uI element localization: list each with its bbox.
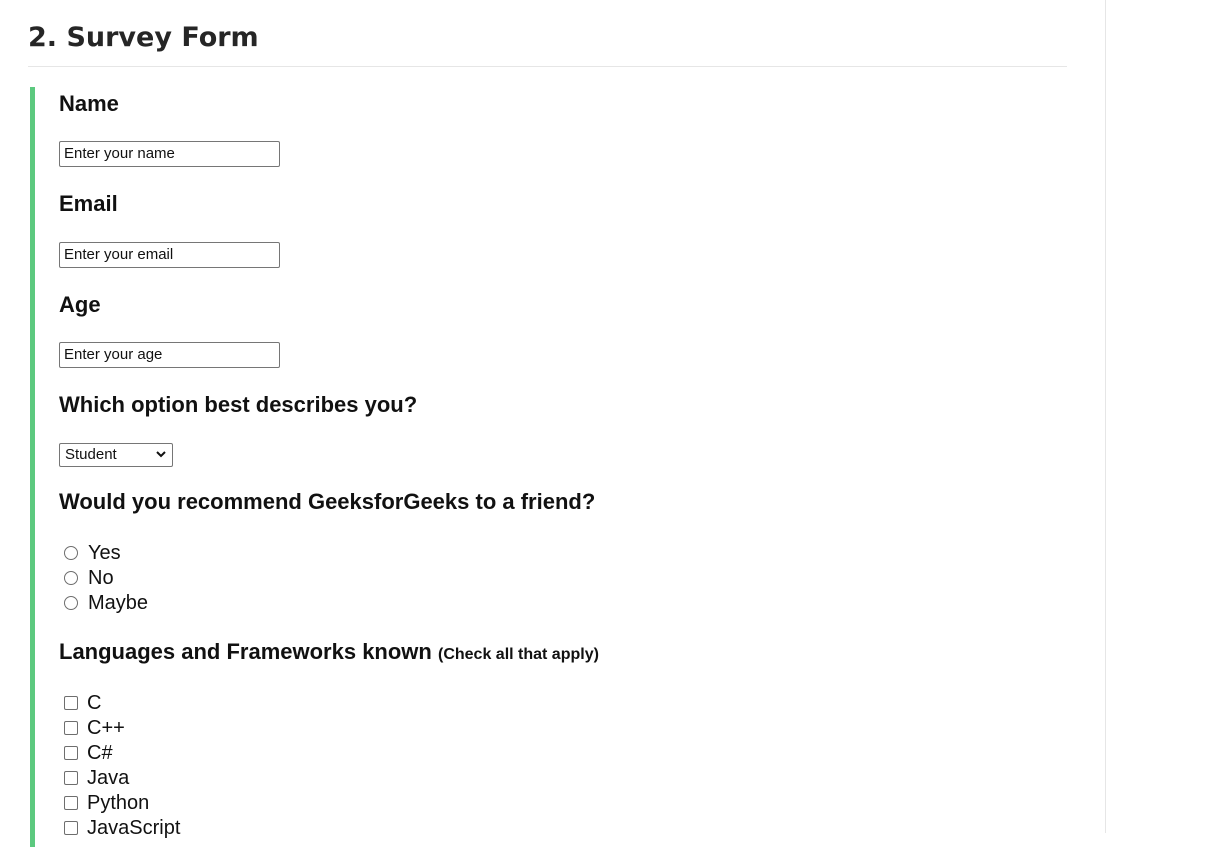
role-select-value: Student — [65, 446, 117, 463]
language-option-javascript[interactable]: JavaScript — [64, 816, 180, 840]
languages-hint: (Check all that apply) — [438, 646, 599, 663]
email-label: Email — [59, 191, 118, 216]
radio-button[interactable] — [64, 571, 78, 585]
recommend-option-maybe[interactable]: Maybe — [64, 591, 148, 615]
checkbox[interactable] — [64, 796, 78, 810]
recommend-option-yes[interactable]: Yes — [64, 541, 121, 565]
recommend-label: Would you recommend GeeksforGeeks to a f… — [59, 489, 596, 514]
languages-label-text: Languages and Frameworks known — [59, 639, 432, 664]
article-content: 2. Survey Form Name Enter your name Emai… — [0, 0, 1106, 847]
language-option-c[interactable]: C — [64, 691, 101, 715]
age-input[interactable]: Enter your age — [59, 342, 280, 368]
checkbox-label: C++ — [87, 717, 125, 739]
checkbox[interactable] — [64, 771, 78, 785]
name-label: Name — [59, 91, 119, 116]
radio-label: Yes — [88, 542, 121, 564]
checkbox-label: C — [87, 692, 102, 714]
checkbox[interactable] — [64, 721, 78, 735]
language-option-python[interactable]: Python — [64, 791, 149, 815]
language-option-csharp[interactable]: C# — [64, 741, 113, 765]
checkbox-label: JavaScript — [87, 817, 181, 839]
role-label: Which option best describes you? — [59, 392, 418, 417]
age-label: Age — [59, 292, 101, 317]
checkbox-label: Python — [87, 792, 150, 814]
checkbox[interactable] — [64, 696, 78, 710]
radio-label: No — [88, 567, 114, 589]
section-heading: 2. Survey Form — [28, 22, 259, 53]
role-select[interactable]: Student — [59, 443, 173, 467]
recommend-option-no[interactable]: No — [64, 566, 114, 590]
languages-label: Languages and Frameworks known (Check al… — [59, 638, 599, 669]
radio-button[interactable] — [64, 596, 78, 610]
email-input[interactable]: Enter your email — [59, 242, 280, 268]
survey-form-demo: Name Enter your name Email Enter your em… — [30, 87, 1067, 847]
language-option-cpp[interactable]: C++ — [64, 716, 125, 740]
checkbox-label: C# — [87, 742, 113, 764]
language-option-java[interactable]: Java — [64, 766, 129, 790]
radio-label: Maybe — [88, 592, 149, 614]
name-input[interactable]: Enter your name — [59, 141, 280, 167]
checkbox[interactable] — [64, 746, 78, 760]
radio-button[interactable] — [64, 546, 78, 560]
checkbox-label: Java — [87, 767, 130, 789]
chevron-down-icon — [156, 451, 166, 458]
heading-divider — [28, 66, 1067, 67]
